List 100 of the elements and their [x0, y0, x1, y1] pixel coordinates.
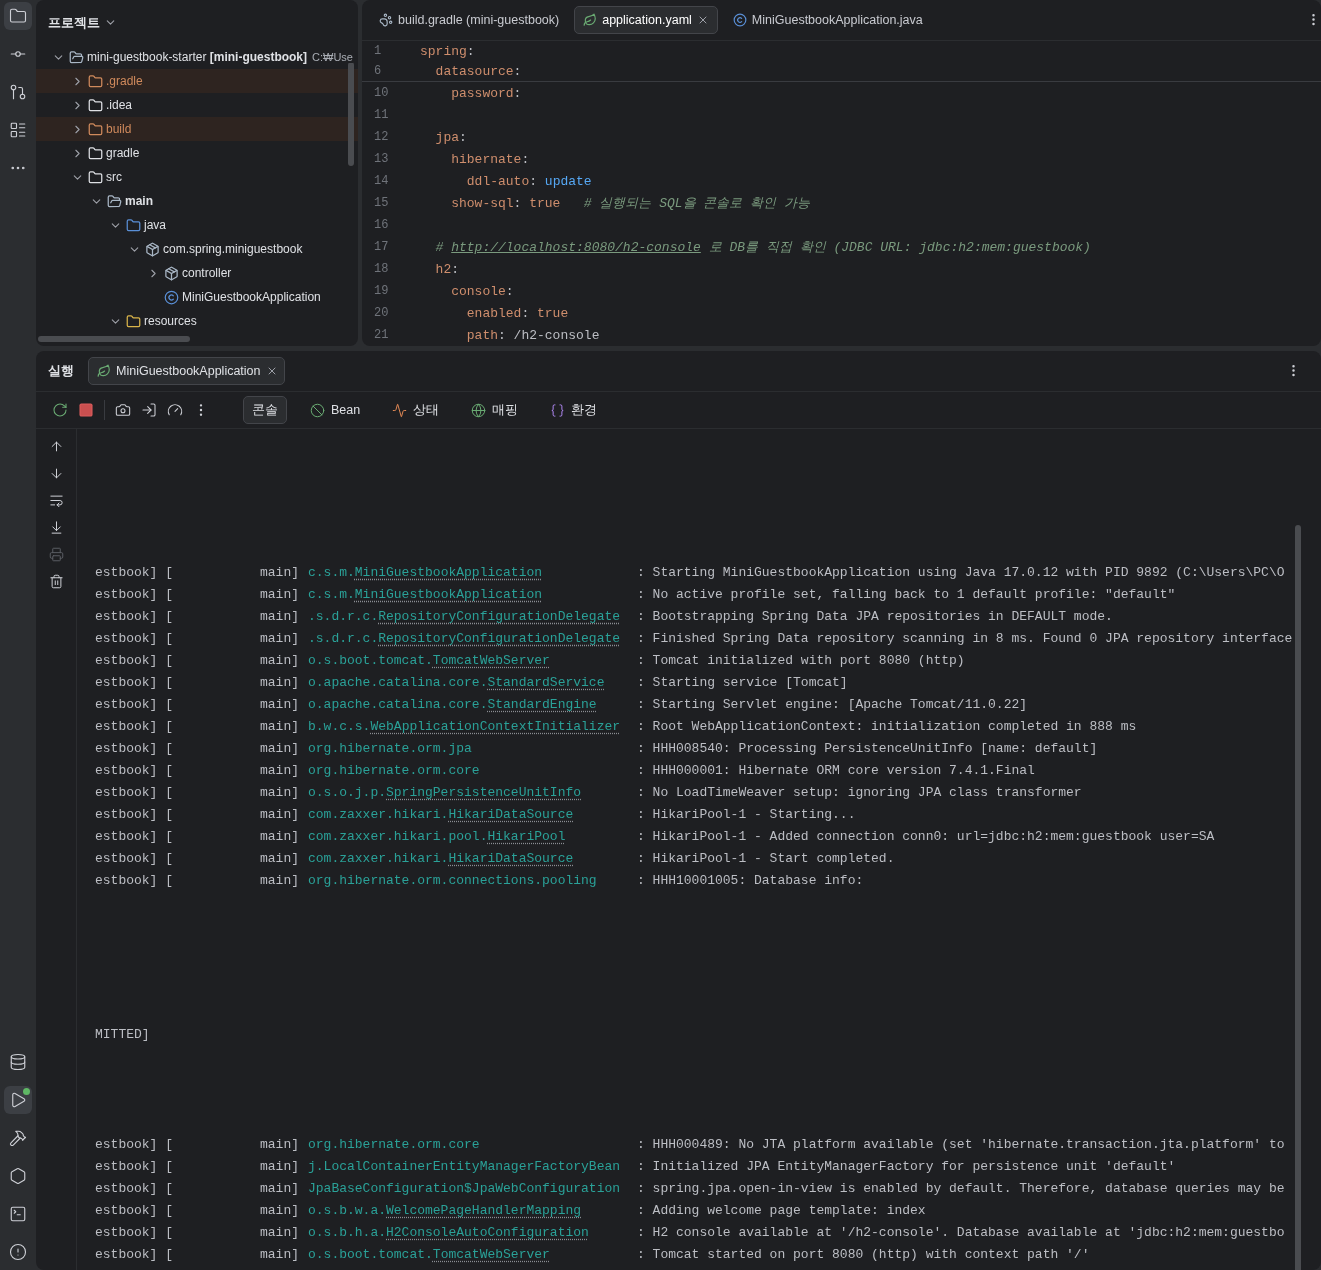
class-link[interactable]: StandardService: [487, 674, 605, 690]
class-link[interactable]: H2ConsoleAutoConfiguration: [386, 1224, 589, 1240]
play-icon[interactable]: [9, 1091, 27, 1109]
log-message: : HHH000489: No JTA platform available (set 'hibernate.transaction.jta.platform' to: [637, 1136, 1285, 1152]
line-number: 20: [373, 306, 390, 320]
log-message: : H2 console available at '/h2-console'. Database available at 'jdbc:h2:mem:guestbo: [637, 1224, 1285, 1240]
camera-icon[interactable]: [115, 402, 131, 418]
project-icon[interactable]: [9, 7, 27, 25]
editor-tab[interactable]: build.gradle (mini-guestbook): [370, 6, 569, 34]
pull-request-icon[interactable]: [9, 83, 27, 101]
list-layout-icon[interactable]: [9, 121, 27, 139]
tree-item[interactable]: controller: [36, 261, 358, 285]
code-line: jpa:: [434, 129, 467, 145]
panel-title: 실행: [48, 362, 74, 380]
thread-name: main]: [260, 872, 299, 888]
hexagon-icon[interactable]: [9, 1167, 27, 1185]
wrap-icon[interactable]: [48, 493, 64, 508]
log-message: : Tomcat started on port 8080 (http) with context path '/': [637, 1246, 1090, 1262]
logger-name: org.hibernate.orm.core: [308, 1136, 480, 1152]
gauge-icon[interactable]: [167, 402, 183, 418]
tree-item[interactable]: .idea: [36, 93, 358, 117]
tree-item[interactable]: src: [36, 165, 358, 189]
path-label: C:₩Use: [312, 51, 353, 63]
class-link[interactable]: HikariPool: [487, 828, 566, 844]
module-folder-icon: [69, 49, 84, 65]
leaf-icon: [97, 364, 111, 378]
class-link[interactable]: SpringPersistenceUnitInfo: [386, 784, 582, 800]
tree-item[interactable]: gradle: [36, 141, 358, 165]
rerun-icon[interactable]: [52, 402, 68, 418]
hammer-icon[interactable]: [9, 1129, 27, 1147]
class-link[interactable]: TomcatWebServer: [432, 1246, 550, 1262]
editor-tab[interactable]: application.yaml: [574, 6, 718, 34]
circled-c-icon: [164, 289, 179, 305]
log-message: : HikariPool-1 - Starting...: [637, 806, 856, 822]
log-message: : spring.jpa.open-in-view is enabled by default. Therefore, database queries may be: [637, 1180, 1285, 1196]
code-line: spring:: [420, 43, 475, 59]
view-tab[interactable]: 콘솔: [243, 396, 287, 424]
log-message: : Finished Spring Data repository scanning in 8 ms. Found 0 JPA repository interface: [637, 630, 1293, 646]
tree-item[interactable]: .gradle: [36, 69, 358, 93]
tree-item[interactable]: main: [36, 189, 358, 213]
code-line: datasource:: [434, 63, 522, 79]
paw-icon: [379, 13, 393, 27]
stop-icon[interactable]: [78, 402, 94, 418]
line-number: 11: [373, 108, 390, 122]
log-source: estbook] [: [95, 564, 173, 580]
class-link[interactable]: TomcatWebServer: [432, 652, 550, 668]
class-link[interactable]: WelcomePageHandlerMapping: [386, 1202, 582, 1218]
tree-item[interactable]: build: [36, 117, 358, 141]
logger-name: org.hibernate.orm.connections.pooling: [308, 872, 597, 888]
line-number: 6: [373, 64, 383, 78]
exit-icon[interactable]: [141, 402, 157, 418]
code-line: show-sql: true # 실행되는 SQL을 콘솔로 확인 가능: [450, 195, 811, 212]
terminal-icon[interactable]: [9, 1205, 27, 1223]
module-folder-icon: [107, 193, 122, 209]
scrollbar[interactable]: [348, 62, 354, 166]
view-tab[interactable]: 매핑: [462, 396, 528, 424]
class-link[interactable]: RepositoryConfigurationDelegate: [378, 608, 621, 624]
logger-name: o.s.boot.tomcat.TomcatWebServer: [308, 1246, 550, 1262]
link[interactable]: http://localhost:8080/h2-console: [451, 240, 701, 255]
line-number: 14: [373, 174, 390, 188]
scrollbar[interactable]: [38, 336, 190, 342]
view-tab[interactable]: 상태: [383, 396, 449, 424]
editor-tab[interactable]: MiniGuestbookApplication.java: [723, 6, 932, 34]
line-number: 1: [373, 44, 383, 58]
tree-item[interactable]: com.spring.miniguestbook: [36, 237, 358, 261]
circle-slash-icon: [310, 402, 325, 418]
tree-item[interactable]: MiniGuestbookApplication: [36, 285, 358, 309]
tree-item[interactable]: resources: [36, 309, 358, 333]
tree-item[interactable]: mini-guestbook-starter [mini-guestbook] C:₩Use: [36, 45, 358, 69]
circled-c-icon: [732, 13, 747, 27]
tool-window-button[interactable]: [4, 1086, 32, 1114]
code-line: h2:: [434, 261, 459, 277]
log-message: : HikariPool-1 - Added connection conn0: url=jdbc:h2:mem:guestbook user=SA: [637, 828, 1215, 844]
run-tab[interactable]: MiniGuestbookApplication: [88, 357, 285, 385]
class-link[interactable]: HikariDataSource: [448, 806, 574, 822]
class-link[interactable]: RepositoryConfigurationDelegate: [378, 630, 621, 646]
code-line: ddl-auto: update: [465, 173, 592, 189]
scrollbar[interactable]: [1295, 525, 1301, 1270]
class-link[interactable]: WebApplicationContextInitializer: [370, 718, 621, 734]
class-link[interactable]: MiniGuestbookApplication: [354, 586, 543, 602]
thread-name: main]: [260, 1158, 299, 1174]
log-source: estbook] [: [95, 674, 173, 690]
view-tab[interactable]: 환경: [541, 396, 607, 424]
tool-window-button[interactable]: [4, 2, 32, 30]
tree-item[interactable]: java: [36, 213, 358, 237]
class-link[interactable]: StandardEngine: [487, 696, 597, 712]
database-icon[interactable]: [9, 1053, 27, 1071]
log-source: estbook] [: [95, 806, 173, 822]
trash-icon[interactable]: [48, 574, 64, 589]
view-tab[interactable]: Bean: [301, 396, 370, 424]
log-source: estbook] [: [95, 1158, 173, 1174]
code-line: enabled: true: [465, 305, 569, 321]
line-number: 17: [373, 240, 390, 254]
alert-icon[interactable]: [9, 1243, 27, 1261]
arrow-down-icon[interactable]: [48, 466, 64, 481]
log-source: estbook] [: [95, 850, 173, 866]
log-source: estbook] [: [95, 1180, 173, 1196]
class-link[interactable]: HikariDataSource: [448, 850, 574, 866]
class-link[interactable]: MiniGuestbookApplication: [354, 564, 543, 580]
panel-title[interactable]: 프로젝트: [48, 13, 100, 32]
